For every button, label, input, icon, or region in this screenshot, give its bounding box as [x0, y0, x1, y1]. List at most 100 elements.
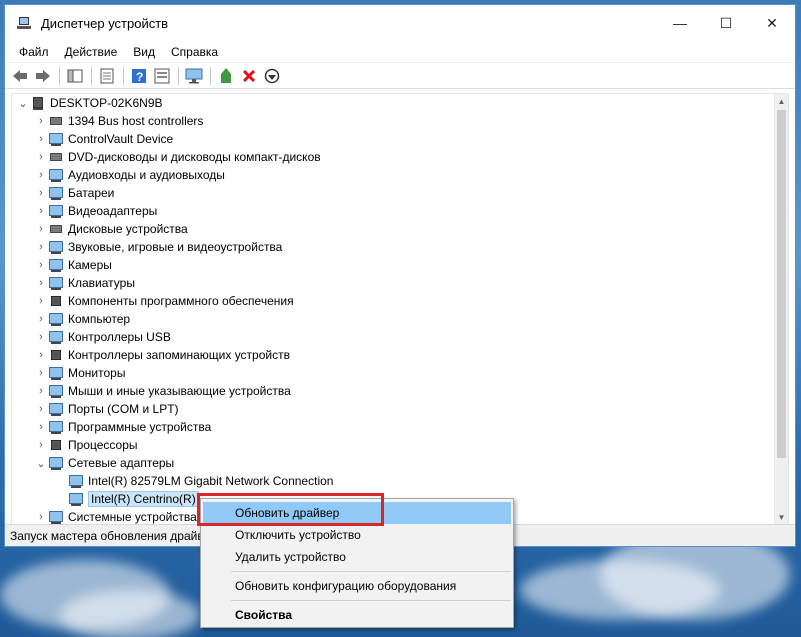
tree-category[interactable]: › ControlVault Device: [12, 130, 774, 148]
context-menu-item[interactable]: Обновить конфигурацию оборудования: [201, 575, 513, 597]
annotation-highlight-frame: [197, 493, 384, 526]
tree-category[interactable]: › Мониторы: [12, 364, 774, 382]
computer-icon: [30, 95, 46, 111]
toolbar-separator: [178, 66, 179, 85]
tree-category[interactable]: › Аудиовходы и аудиовыходы: [12, 166, 774, 184]
usb-plug-icon: [48, 113, 64, 129]
tree-category[interactable]: › Компьютер: [12, 310, 774, 328]
tree-category[interactable]: ⌄ Сетевые адаптеры: [12, 454, 774, 472]
expand-arrow-icon[interactable]: ›: [34, 439, 48, 451]
tree-device[interactable]: Intel(R) 82579LM Gigabit Network Connect…: [12, 472, 774, 490]
tree-category[interactable]: › Контроллеры USB: [12, 328, 774, 346]
tree-category[interactable]: › Дисковые устройства: [12, 220, 774, 238]
device-manager-window: Диспетчер устройств — ☐ ✕ Файл Действие …: [4, 4, 796, 547]
expand-arrow-icon[interactable]: ›: [34, 115, 48, 127]
monitor-icon: [48, 131, 64, 147]
tree-category-label: Мыши и иные указывающие устройства: [68, 384, 291, 398]
tree-category-label: Мониторы: [68, 366, 126, 380]
expand-arrow-icon[interactable]: ›: [34, 259, 48, 271]
toolbar-separator: [210, 66, 211, 85]
menu-help[interactable]: Справка: [163, 45, 226, 59]
tree-category[interactable]: › Звуковые, игровые и видеоустройства: [12, 238, 774, 256]
expand-arrow-icon[interactable]: ›: [34, 205, 48, 217]
forward-icon[interactable]: [32, 65, 54, 87]
tree-category-label: Батареи: [68, 186, 115, 200]
tree-category-label: Видеоадаптеры: [68, 204, 158, 218]
scroll-down-icon[interactable]: ▼: [775, 510, 788, 524]
update-driver-icon[interactable]: [215, 65, 237, 87]
software-device-icon: [48, 419, 64, 435]
scan-hardware-icon[interactable]: [261, 65, 283, 87]
expand-arrow-icon[interactable]: ›: [34, 403, 48, 415]
expand-arrow-icon[interactable]: ›: [34, 367, 48, 379]
expand-arrow-icon[interactable]: ›: [34, 349, 48, 361]
scrollbar-thumb[interactable]: [777, 110, 786, 458]
tree-category[interactable]: › Процессоры: [12, 436, 774, 454]
expand-arrow-icon[interactable]: ›: [34, 151, 48, 163]
tree-category-label: Клавиатуры: [68, 276, 135, 290]
expand-arrow-icon[interactable]: ›: [34, 187, 48, 199]
toolbar: ?: [5, 63, 795, 89]
show-hide-tree-icon[interactable]: [64, 65, 86, 87]
menu-file[interactable]: Файл: [11, 45, 57, 59]
expand-arrow-icon[interactable]: ›: [34, 295, 48, 307]
view-resources-icon[interactable]: [151, 65, 173, 87]
maximize-button[interactable]: ☐: [703, 5, 749, 41]
menu-bar: Файл Действие Вид Справка: [5, 41, 795, 63]
tree-root[interactable]: ⌄ DESKTOP-02K6N9B: [12, 94, 774, 112]
context-menu-item[interactable]: Удалить устройство: [201, 546, 513, 568]
tree-category[interactable]: › DVD-дисководы и дисководы компакт-диско…: [12, 148, 774, 166]
properties-icon[interactable]: [96, 65, 118, 87]
vertical-scrollbar[interactable]: ▲ ▼: [774, 94, 788, 524]
network-adapter-icon: [68, 473, 84, 489]
minimize-button[interactable]: —: [657, 5, 703, 41]
tree-category[interactable]: › Контроллеры запоминающих устройств: [12, 346, 774, 364]
tree-category[interactable]: › Мыши и иные указывающие устройства: [12, 382, 774, 400]
storage-controller-icon: [48, 347, 64, 363]
tree-category-label: Аудиовходы и аудиовыходы: [68, 168, 225, 182]
expand-arrow-icon[interactable]: ›: [34, 511, 48, 523]
context-menu-item[interactable]: Отключить устройство: [201, 524, 513, 546]
context-menu-item[interactable]: Свойства: [201, 604, 513, 626]
tree-category[interactable]: › Видеоадаптеры: [12, 202, 774, 220]
scroll-up-icon[interactable]: ▲: [775, 94, 788, 108]
sound-icon: [48, 239, 64, 255]
toolbar-separator: [91, 66, 92, 85]
expand-arrow-icon[interactable]: ›: [34, 385, 48, 397]
tree-category-label: Процессоры: [68, 438, 138, 452]
tree-root-label: DESKTOP-02K6N9B: [50, 96, 163, 110]
expand-arrow-icon[interactable]: ›: [34, 421, 48, 433]
expand-arrow-icon[interactable]: ›: [34, 331, 48, 343]
menu-action[interactable]: Действие: [57, 45, 126, 59]
help-icon[interactable]: ?: [128, 65, 150, 87]
toolbar-separator: [59, 66, 60, 85]
network-adapter-icon: [68, 491, 84, 507]
toolbar-separator: [123, 66, 124, 85]
tree-category[interactable]: › Порты (COM и LPT): [12, 400, 774, 418]
tree-category-label: Сетевые адаптеры: [68, 456, 175, 470]
tree-category[interactable]: › 1394 Bus host controllers: [12, 112, 774, 130]
expand-arrow-icon[interactable]: ›: [34, 277, 48, 289]
expand-arrow-icon[interactable]: ›: [34, 241, 48, 253]
tree-category[interactable]: › Клавиатуры: [12, 274, 774, 292]
tree-category-label: Дисковые устройства: [68, 222, 188, 236]
close-button[interactable]: ✕: [749, 5, 795, 41]
expand-arrow-icon[interactable]: ›: [34, 133, 48, 145]
expand-arrow-icon[interactable]: ›: [34, 313, 48, 325]
tree-category-label: DVD-дисководы и дисководы компакт-дисков: [68, 150, 321, 164]
tree-category[interactable]: › Камеры: [12, 256, 774, 274]
uninstall-icon[interactable]: [238, 65, 260, 87]
collapse-arrow-icon[interactable]: ⌄: [16, 97, 30, 110]
port-icon: [48, 401, 64, 417]
back-icon[interactable]: [9, 65, 31, 87]
tree-category[interactable]: › Программные устройства: [12, 418, 774, 436]
monitor-icon[interactable]: [183, 65, 205, 87]
expand-arrow-icon[interactable]: ›: [34, 223, 48, 235]
menu-view[interactable]: Вид: [125, 45, 163, 59]
tree-category-label: Порты (COM и LPT): [68, 402, 179, 416]
tree-category[interactable]: › Батареи: [12, 184, 774, 202]
device-tree-panel: ⌄ DESKTOP-02K6N9B › 1394 Bus host control…: [11, 93, 789, 525]
tree-category[interactable]: › Компоненты программного обеспечения: [12, 292, 774, 310]
collapse-arrow-icon[interactable]: ⌄: [34, 457, 48, 470]
expand-arrow-icon[interactable]: ›: [34, 169, 48, 181]
